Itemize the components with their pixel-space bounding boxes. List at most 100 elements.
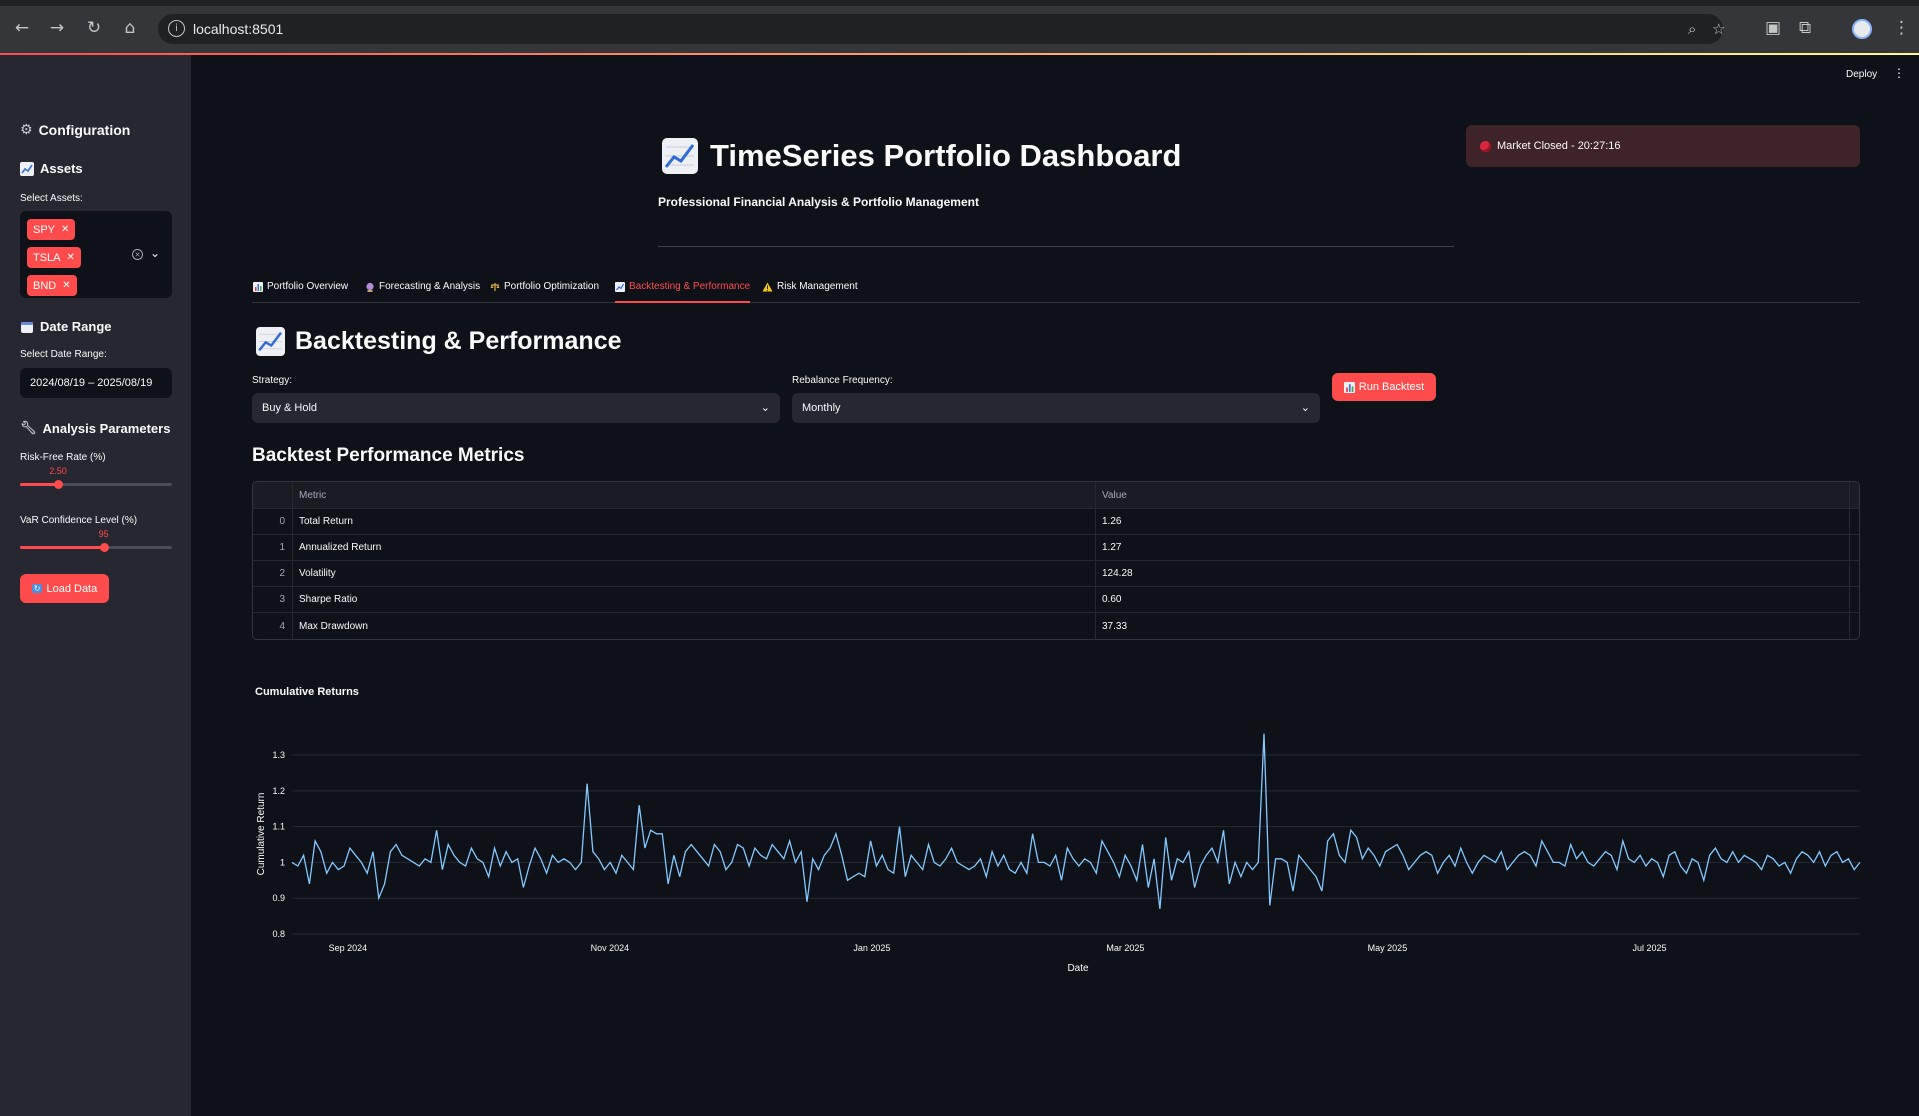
profile-avatar[interactable] xyxy=(1852,19,1872,39)
calendar-icon xyxy=(21,321,33,333)
forward-arrow-icon[interactable]: → xyxy=(46,17,68,39)
table-cell: Annualized Return xyxy=(293,535,1096,560)
table-row: 1 Annualized Return 1.27 xyxy=(253,535,1859,561)
address-bar[interactable]: i localhost:8501 ⌕ ☆ xyxy=(158,14,1725,44)
risk-free-slider[interactable] xyxy=(20,480,172,489)
table-cell: Total Return xyxy=(293,509,1096,534)
y-tick-label: 1.1 xyxy=(272,822,285,832)
table-cell: Volatility xyxy=(293,561,1096,586)
table-cell: 37.33 xyxy=(1096,613,1850,639)
slider-thumb[interactable] xyxy=(99,543,109,552)
analysis-parameters-heading: 🔧︎ Analysis Parameters xyxy=(20,421,171,436)
slider-thumb[interactable] xyxy=(54,480,63,489)
var-confidence-value: 95 xyxy=(98,529,109,539)
assets-multiselect[interactable]: SPY ✕ TSLA ✕ BND ✕ ✕ ⌄ xyxy=(20,211,172,298)
x-tick-label: Jul 2025 xyxy=(1632,943,1666,953)
section-heading: Backtesting & Performance xyxy=(256,327,622,356)
tab-forecasting-analysis[interactable]: Forecasting & Analysis xyxy=(365,281,480,292)
y-tick-label: 0.9 xyxy=(272,893,285,903)
table-cell: 3 xyxy=(253,587,293,612)
table-row: 4 Max Drawdown 37.33 xyxy=(253,613,1859,639)
x-tick-label: Mar 2025 xyxy=(1106,943,1144,953)
slider-fill xyxy=(20,483,58,486)
table-row: 0 Total Return 1.26 xyxy=(253,509,1859,535)
x-tick-label: Jan 2025 xyxy=(853,943,890,953)
market-status-text: Market Closed - 20:27:16 xyxy=(1497,140,1621,152)
run-backtest-button[interactable]: Run Backtest xyxy=(1332,373,1436,401)
sidebar: ⚙ Configuration Assets Select Assets: SP… xyxy=(0,55,191,1116)
table-cell: 1 xyxy=(253,535,293,560)
page-title: TimeSeries Portfolio Dashboard xyxy=(662,138,1181,174)
table-cell: 0 xyxy=(253,509,293,534)
browser-menu-icon[interactable]: ⋮ xyxy=(1893,18,1910,38)
table-row: 3 Sharpe Ratio 0.60 xyxy=(253,587,1859,613)
date-range-heading: Date Range xyxy=(20,319,112,334)
strategy-select[interactable]: Buy & Hold ⌄ xyxy=(252,393,780,423)
table-header-cell[interactable] xyxy=(253,482,293,508)
chevron-down-icon: ⌄ xyxy=(1300,401,1310,414)
chevron-down-icon[interactable]: ⌄ xyxy=(150,246,160,260)
x-tick-label: Nov 2024 xyxy=(591,943,630,953)
warning-icon xyxy=(762,282,773,291)
clear-all-icon[interactable]: ✕ xyxy=(132,249,143,260)
close-icon[interactable]: ✕ xyxy=(67,252,75,263)
reload-icon[interactable]: ↻ xyxy=(83,17,105,39)
site-info-icon[interactable]: i xyxy=(168,20,185,37)
table-header-cell[interactable]: Metric xyxy=(293,482,1096,508)
x-tick-label: Sep 2024 xyxy=(329,943,368,953)
metrics-heading: Backtest Performance Metrics xyxy=(252,445,525,466)
load-data-button[interactable]: ↻ Load Data xyxy=(20,574,109,603)
extensions-puzzle-icon[interactable]: ⧉ xyxy=(1799,18,1811,38)
home-icon[interactable]: ⌂ xyxy=(119,17,141,39)
cumulative-returns-chart[interactable]: 0.8 0.9 1 1.1 1.2 1.3 Sep 2024 Nov 2024 Jan 202… xyxy=(252,700,1862,980)
red-circle-icon xyxy=(1480,140,1491,152)
close-icon[interactable]: ✕ xyxy=(62,280,70,291)
table-cell: 2 xyxy=(253,561,293,586)
y-tick-label: 1.3 xyxy=(272,750,285,760)
asset-chip[interactable]: TSLA ✕ xyxy=(27,247,81,268)
table-cell: 0.60 xyxy=(1096,587,1850,612)
wrench-icon: 🔧︎ xyxy=(20,421,37,436)
var-confidence-slider[interactable] xyxy=(20,543,172,552)
zoom-icon[interactable]: ⌕ xyxy=(1688,20,1696,38)
url-text: localhost:8501 xyxy=(193,21,284,37)
var-confidence-label: VaR Confidence Level (%) xyxy=(20,515,138,526)
rebalance-select[interactable]: Monthly ⌄ xyxy=(792,393,1320,423)
y-tick-label: 1.2 xyxy=(272,786,285,796)
asset-chip[interactable]: SPY ✕ xyxy=(27,219,76,240)
strategy-label: Strategy: xyxy=(252,375,293,386)
table-cell: Max Drawdown xyxy=(293,613,1096,639)
table-cell: 4 xyxy=(253,613,293,639)
table-cell: 1.27 xyxy=(1096,535,1850,560)
table-header-cell[interactable]: Value xyxy=(1096,482,1850,508)
table-cell: Sharpe Ratio xyxy=(293,587,1096,612)
y-axis-label: Cumulative Return xyxy=(256,793,267,876)
bar-chart-icon xyxy=(253,281,263,292)
y-tick-label: 1 xyxy=(280,857,285,867)
select-date-label: Select Date Range: xyxy=(20,349,107,360)
asset-chip[interactable]: BND ✕ xyxy=(27,275,77,296)
tab-backtesting-performance[interactable]: Backtesting & Performance xyxy=(615,281,751,303)
bookmark-star-icon[interactable]: ☆ xyxy=(1712,20,1725,38)
chart-up-icon xyxy=(615,281,625,292)
back-arrow-icon[interactable]: ← xyxy=(11,17,33,39)
tab-portfolio-overview[interactable]: Portfolio Overview xyxy=(253,281,348,292)
page-subtitle: Professional Financial Analysis & Portfo… xyxy=(658,195,979,209)
table-header-row: Metric Value xyxy=(253,482,1859,509)
chevron-down-icon: ⌄ xyxy=(760,401,770,414)
tab-portfolio-optimization[interactable]: Portfolio Optimization xyxy=(490,281,599,292)
date-range-input[interactable]: 2024/08/19 – 2025/08/19 xyxy=(20,368,172,398)
configuration-heading: ⚙ Configuration xyxy=(20,122,131,138)
chart-up-icon xyxy=(20,161,34,176)
close-icon[interactable]: ✕ xyxy=(61,224,69,235)
deploy-button[interactable]: Deploy xyxy=(1846,69,1877,80)
table-cell: 124.28 xyxy=(1096,561,1850,586)
header-accent-line xyxy=(0,53,1919,55)
metrics-table[interactable]: Metric Value 0 Total Return 1.26 1 Annua… xyxy=(252,481,1860,640)
chart-title: Cumulative Returns xyxy=(255,686,359,698)
extension-off-icon[interactable]: ▣ xyxy=(1765,18,1781,38)
tab-risk-management[interactable]: Risk Management xyxy=(762,281,858,292)
main-menu-icon[interactable]: ⋮ xyxy=(1893,66,1905,80)
scales-icon xyxy=(490,282,500,291)
y-tick-label: 0.8 xyxy=(272,929,285,939)
